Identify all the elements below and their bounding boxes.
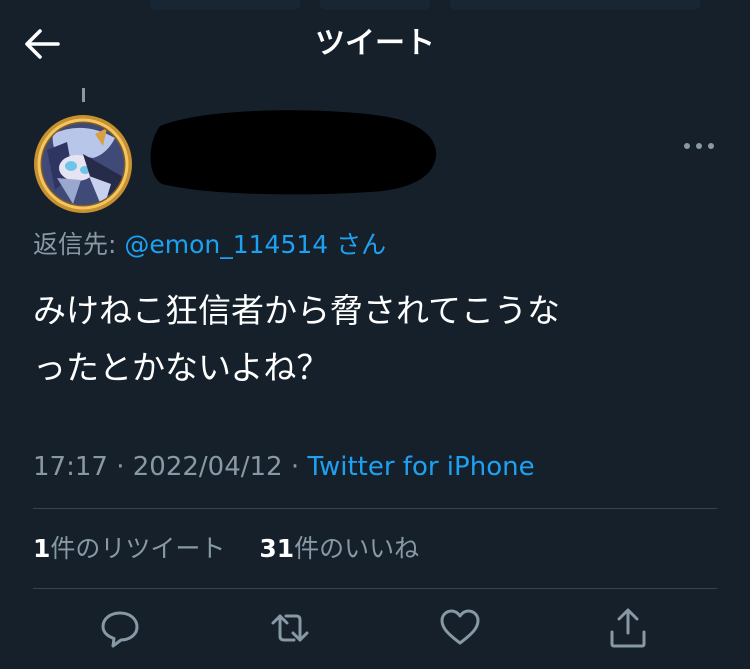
reply-suffix: さん <box>328 230 387 259</box>
more-horizontal-icon <box>684 143 714 149</box>
scrolled-content-fragment <box>450 0 700 10</box>
retweet-count: 1 <box>33 534 51 563</box>
meta-separator: · <box>282 452 308 482</box>
like-label: 件のいいね <box>294 534 420 563</box>
reply-to-line: 返信先: @emon_114514 さん <box>33 228 386 262</box>
redacted-author-name <box>150 104 440 198</box>
like-button[interactable] <box>438 606 482 650</box>
redaction-scribble <box>150 110 437 195</box>
retweet-icon <box>271 614 309 642</box>
anime-character-avatar <box>34 115 132 213</box>
page-title: ツイート <box>315 26 435 61</box>
avatar[interactable] <box>33 114 133 214</box>
tweet-actions <box>0 606 750 656</box>
like-count: 31 <box>259 534 295 563</box>
reply-handle-link[interactable]: @emon_114514 <box>124 230 328 259</box>
retweet-button[interactable] <box>268 606 312 650</box>
heart-icon <box>440 609 480 645</box>
top-bar: ツイート <box>0 0 750 90</box>
scrolled-content-fragment <box>320 0 430 10</box>
tweet-text-line: みけねこ狂信者から脅されてこうな <box>33 291 561 330</box>
like-stat[interactable]: 31件のいいね <box>259 534 419 563</box>
scrolled-content-fragment <box>150 0 300 10</box>
retweet-label: 件のリツイート <box>50 534 226 563</box>
share-icon <box>610 608 646 648</box>
divider <box>33 508 717 509</box>
engagement-stats: 1件のリツイート 31件のいいね <box>33 532 419 566</box>
tweet-time[interactable]: 17:17 <box>33 452 108 482</box>
share-button[interactable] <box>606 606 650 650</box>
reply-icon <box>101 611 139 648</box>
divider <box>33 588 717 589</box>
tweet-date[interactable]: 2022/04/12 <box>133 452 283 482</box>
tweet-source-link[interactable]: Twitter for iPhone <box>307 452 534 482</box>
retweet-stat[interactable]: 1件のリツイート <box>33 534 225 563</box>
meta-separator: · <box>107 452 133 482</box>
thread-connector-line <box>82 88 85 102</box>
tweet-meta: 17:17 · 2022/04/12 · Twitter for iPhone <box>33 450 535 484</box>
tweet-text: みけねこ狂信者から脅されてこうな ったとかないよね？ <box>33 282 723 396</box>
reply-prefix: 返信先: <box>33 230 125 259</box>
tweet-text-line: ったとかないよね？ <box>33 348 330 387</box>
reply-button[interactable] <box>98 606 142 650</box>
more-options-button[interactable] <box>681 137 717 155</box>
